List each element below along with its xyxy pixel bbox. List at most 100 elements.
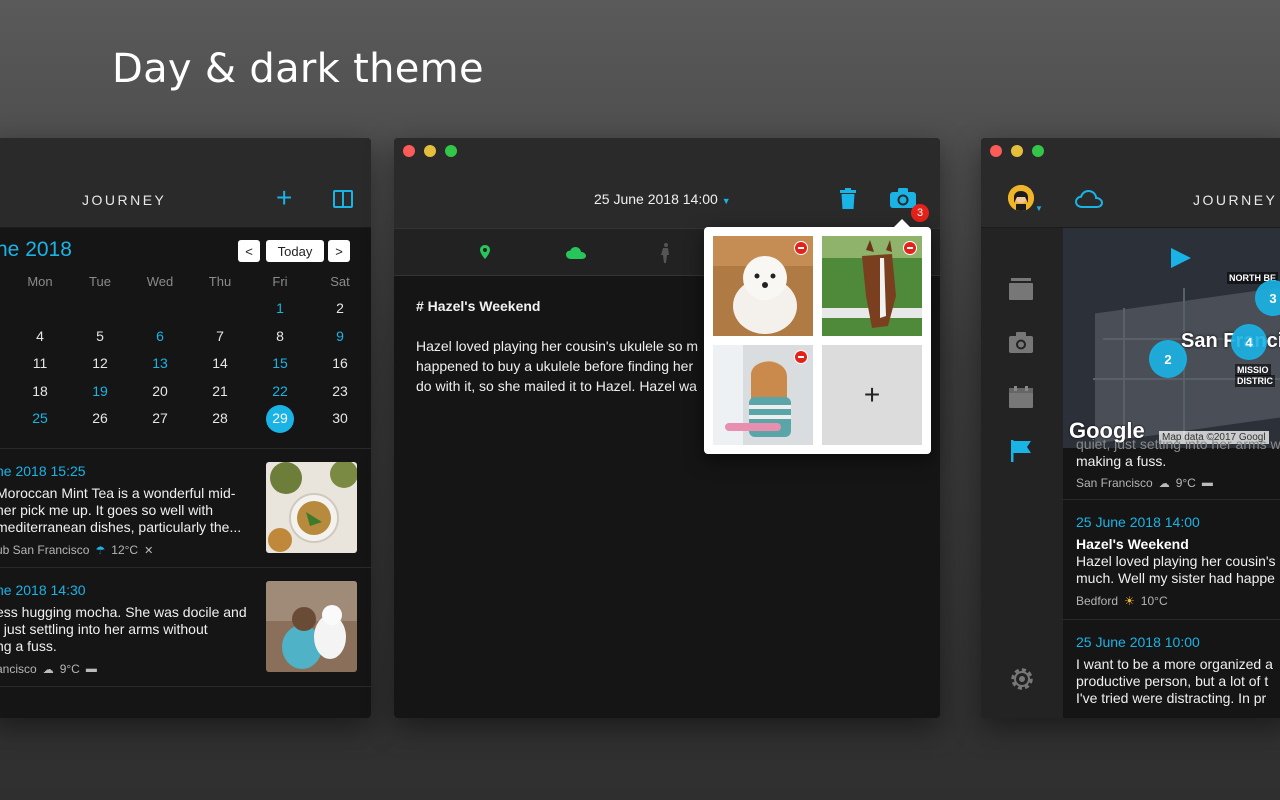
next-month-button[interactable]: > bbox=[328, 240, 350, 262]
entry-text: Moroccan Mint Tea is a wonderful mid- he… bbox=[0, 485, 242, 535]
chevron-down-icon: ▼ bbox=[1035, 204, 1043, 213]
calendar-day[interactable]: 12 bbox=[80, 355, 120, 371]
entry-title: Hazel's Weekend bbox=[1076, 536, 1189, 552]
calendar-day[interactable]: 8 bbox=[260, 328, 300, 344]
weather-icon: ☂ bbox=[95, 544, 106, 557]
cloud-icon[interactable] bbox=[566, 247, 586, 259]
calendar-day[interactable]: 23 bbox=[320, 383, 360, 399]
photo-count-badge: 3 bbox=[911, 204, 929, 222]
photo-girl-ukulele[interactable] bbox=[713, 345, 813, 445]
date-picker[interactable]: 25 June 2018 14:00 ▼ bbox=[594, 191, 731, 207]
map-label-mission-2: DISTRIC bbox=[1235, 375, 1275, 387]
entry-meta: San Francisco ☁ 9°C ▬ bbox=[1076, 476, 1213, 490]
list-item[interactable]: 25 June 2018 14:00 Hazel's Weekend Hazel… bbox=[1063, 500, 1280, 620]
entry-date: ne 2018 15:25 bbox=[0, 463, 86, 479]
entry-body: Hazel loved playing her cousin's ukulele… bbox=[416, 338, 699, 394]
avatar[interactable] bbox=[1008, 185, 1034, 211]
flag-icon[interactable] bbox=[1009, 440, 1033, 462]
close-button[interactable] bbox=[990, 145, 1002, 157]
add-entry-button[interactable]: + bbox=[276, 184, 292, 212]
map-view[interactable]: NORTH BE San Franci MISSIO DISTRIC 2 4 3… bbox=[1063, 228, 1280, 448]
zoom-button[interactable] bbox=[445, 145, 457, 157]
flag-marker-icon[interactable] bbox=[1169, 248, 1191, 268]
list-item[interactable]: ne 2018 15:25 Moroccan Mint Tea is a won… bbox=[0, 449, 371, 568]
calendar-window: JOURNEY + ne 2018 < Today > Mon Tue Wed Thu… bbox=[0, 138, 371, 718]
calendar-day[interactable]: 7 bbox=[200, 328, 240, 344]
photo-dog[interactable] bbox=[713, 236, 813, 336]
add-photo-button[interactable]: + bbox=[822, 345, 922, 445]
calendar-day[interactable]: 11 bbox=[20, 355, 60, 371]
chevron-down-icon: ▼ bbox=[721, 196, 731, 206]
remove-photo-button[interactable] bbox=[794, 350, 808, 364]
trash-icon[interactable] bbox=[840, 188, 856, 209]
calendar-day[interactable]: 14 bbox=[200, 355, 240, 371]
calendar-day[interactable]: 6 bbox=[140, 328, 180, 344]
entry-location: San Francisco bbox=[1076, 476, 1153, 490]
timeline-icon[interactable] bbox=[1009, 278, 1033, 300]
calendar-day[interactable]: 26 bbox=[80, 410, 120, 426]
sofa-icon: ▬ bbox=[1201, 477, 1213, 489]
calendar-day[interactable]: 19 bbox=[80, 383, 120, 399]
close-button[interactable] bbox=[403, 145, 415, 157]
calendar-day[interactable]: 25 bbox=[20, 410, 60, 426]
calendar-day[interactable]: 5 bbox=[80, 328, 120, 344]
toolbar: ▼ JOURNEY bbox=[981, 138, 1280, 228]
entry-location: ub San Francisco bbox=[0, 543, 90, 557]
entry-text: Hazel loved playing her cousin's much. W… bbox=[1076, 553, 1276, 586]
calendar-day[interactable]: 27 bbox=[140, 410, 180, 426]
weekday-label: Tue bbox=[89, 274, 111, 289]
calendar-day[interactable]: 20 bbox=[140, 383, 180, 399]
calendar-day[interactable]: 9 bbox=[320, 328, 360, 344]
calendar-day[interactable]: 13 bbox=[140, 355, 180, 371]
camera-icon[interactable] bbox=[890, 188, 916, 208]
entry-location: Bedford bbox=[1076, 594, 1119, 608]
list-item[interactable]: 25 June 2018 10:00 I want to be a more o… bbox=[1063, 620, 1280, 718]
map-cluster[interactable]: 2 bbox=[1149, 340, 1187, 378]
entry-text: I want to be a more organized a producti… bbox=[1076, 656, 1273, 706]
calendar-day[interactable]: 2 bbox=[320, 300, 360, 316]
weekday-label: Mon bbox=[27, 274, 53, 289]
calendar-day[interactable]: 30 bbox=[320, 410, 360, 426]
calendar-day[interactable]: 18 bbox=[20, 383, 60, 399]
activity-icon[interactable] bbox=[660, 243, 670, 263]
window-controls bbox=[990, 145, 1044, 157]
entry-list: quiet, just setting into her arms withou… bbox=[1063, 436, 1280, 718]
entry-date: 25 June 2018 14:00 bbox=[1076, 514, 1200, 530]
sofa-icon: ▬ bbox=[85, 663, 97, 675]
entry-temp: 12°C bbox=[111, 543, 139, 557]
calendar-day[interactable]: 21 bbox=[200, 383, 240, 399]
calendar-icon[interactable] bbox=[1009, 386, 1033, 408]
remove-photo-button[interactable] bbox=[794, 241, 808, 255]
map-window: ▼ JOURNEY NORTH BE San MISSIO DISTRIC 2 … bbox=[981, 138, 1280, 718]
layout-toggle-icon[interactable] bbox=[333, 190, 353, 208]
list-item[interactable]: quiet, just setting into her arms withou… bbox=[1063, 436, 1280, 500]
entry-temp: 9°C bbox=[59, 662, 80, 676]
calendar-day[interactable]: 1 bbox=[260, 300, 300, 316]
sidebar bbox=[981, 228, 1063, 718]
map-cluster[interactable]: 4 bbox=[1231, 324, 1267, 360]
gear-icon[interactable] bbox=[1009, 666, 1035, 692]
remove-photo-button[interactable] bbox=[903, 241, 917, 255]
weather-icon: ☁ bbox=[1158, 477, 1170, 490]
app-title: JOURNEY bbox=[82, 192, 167, 208]
calendar-day[interactable]: 22 bbox=[260, 383, 300, 399]
minimize-button[interactable] bbox=[424, 145, 436, 157]
photos-icon[interactable] bbox=[1009, 332, 1033, 354]
weekday-label: Fri bbox=[272, 274, 288, 289]
minimize-button[interactable] bbox=[1011, 145, 1023, 157]
calendar-day[interactable]: 4 bbox=[20, 328, 60, 344]
cloud-sync-icon[interactable] bbox=[1075, 190, 1103, 208]
zoom-button[interactable] bbox=[1032, 145, 1044, 157]
entry-list: ne 2018 15:25 Moroccan Mint Tea is a won… bbox=[0, 448, 371, 687]
entry-temp: 9°C bbox=[1175, 476, 1196, 490]
prev-month-button[interactable]: < bbox=[238, 240, 260, 262]
calendar-day[interactable]: 16 bbox=[320, 355, 360, 371]
calendar-day[interactable]: 29 bbox=[260, 410, 300, 426]
calendar-day[interactable]: 28 bbox=[200, 410, 240, 426]
calendar-day[interactable]: 15 bbox=[260, 355, 300, 371]
list-item[interactable]: ne 2018 14:30 ess hugging mocha. She was… bbox=[0, 568, 371, 687]
today-button[interactable]: Today bbox=[266, 240, 324, 262]
location-pin-icon[interactable] bbox=[480, 245, 490, 259]
photo-horse[interactable] bbox=[822, 236, 922, 336]
entry-date: ne 2018 14:30 bbox=[0, 582, 86, 598]
